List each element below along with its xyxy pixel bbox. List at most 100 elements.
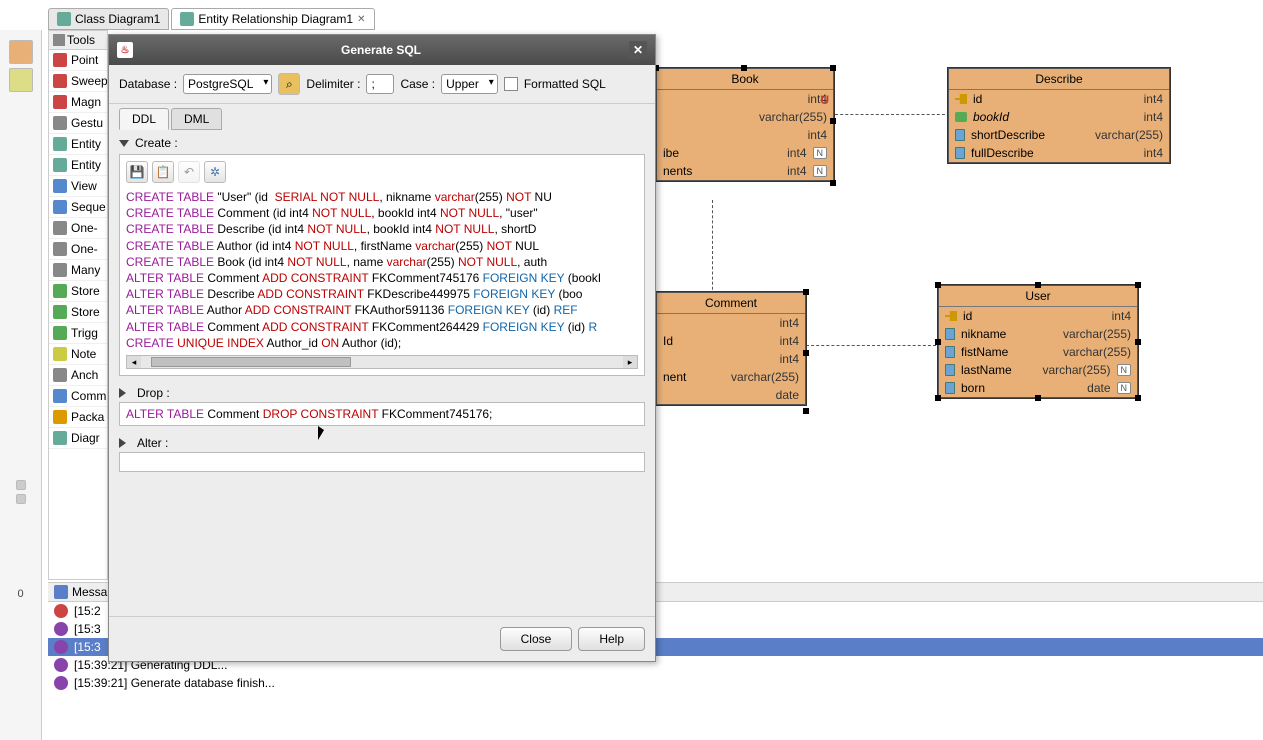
tool-item[interactable]: Gestu [49, 113, 107, 134]
resize-handle[interactable] [935, 339, 941, 345]
resize-handle[interactable] [830, 118, 836, 124]
tool-item[interactable]: Anch [49, 365, 107, 386]
horizontal-scrollbar[interactable]: ◂ ▸ [126, 355, 638, 369]
entity-column[interactable]: niknamevarchar(255) [939, 325, 1137, 343]
tool-label: Trigg [71, 326, 98, 340]
entity-column[interactable]: nentvarchar(255) [657, 368, 805, 386]
resize-handle[interactable] [1035, 282, 1041, 288]
chevron-right-icon[interactable] [119, 438, 131, 448]
sidebar-icon[interactable] [9, 68, 33, 92]
tool-item[interactable]: One- [49, 218, 107, 239]
entity-column[interactable]: ibeint4N [657, 144, 833, 162]
undo-icon[interactable]: ↶ [178, 161, 200, 183]
resize-handle[interactable] [1035, 395, 1041, 401]
entity-column[interactable]: Idint4 [657, 332, 805, 350]
tool-item[interactable]: Point [49, 50, 107, 71]
resize-handle[interactable] [803, 350, 809, 356]
chevron-right-icon[interactable] [119, 388, 131, 398]
resize-handle[interactable] [935, 395, 941, 401]
entity-user[interactable]: User idint4niknamevarchar(255)fistNameva… [938, 285, 1138, 398]
tools-header: Tools [49, 31, 107, 50]
tool-item[interactable]: Magn [49, 92, 107, 113]
tab-er-diagram[interactable]: Entity Relationship Diagram1 ✕ [171, 8, 374, 30]
sidebar-icon[interactable] [16, 494, 26, 504]
help-button[interactable]: Help [578, 627, 645, 651]
entity-column[interactable]: int4 [657, 126, 833, 144]
dialog-titlebar[interactable]: ♨ Generate SQL ✕ [109, 35, 655, 65]
key-icon [945, 311, 957, 321]
entity-describe[interactable]: Describe idint4bookIdint4shortDescribeva… [948, 68, 1170, 163]
close-button[interactable]: Close [500, 627, 573, 651]
copy-icon[interactable]: 📋 [152, 161, 174, 183]
scroll-thumb[interactable] [151, 357, 351, 367]
entity-column[interactable]: nentsint4N [657, 162, 833, 180]
entity-column[interactable]: int4 [657, 90, 833, 108]
entity-column[interactable]: varchar(255) [657, 108, 833, 126]
formatted-checkbox[interactable] [504, 77, 518, 91]
tab-class-diagram[interactable]: Class Diagram1 [48, 8, 169, 30]
tool-item[interactable]: Many [49, 260, 107, 281]
entity-column[interactable]: fistNamevarchar(255) [939, 343, 1137, 361]
scroll-left-icon[interactable]: ◂ [127, 356, 141, 368]
tool-icon [53, 326, 67, 340]
delimiter-input[interactable]: ; [366, 74, 394, 94]
tool-item[interactable]: Entity [49, 134, 107, 155]
tool-item[interactable]: One- [49, 239, 107, 260]
resize-handle[interactable] [803, 408, 809, 414]
sidebar-counter: 0 [17, 588, 23, 600]
resize-handle[interactable] [1135, 339, 1141, 345]
close-icon[interactable]: ✕ [357, 14, 365, 25]
chevron-down-icon[interactable] [119, 140, 129, 147]
message-text: [15:2 [74, 604, 101, 618]
tool-item[interactable]: Store [49, 302, 107, 323]
entity-column[interactable]: int4 [657, 350, 805, 368]
tab-dml[interactable]: DML [171, 108, 222, 130]
entity-column[interactable]: idint4 [949, 90, 1169, 108]
close-icon[interactable]: ✕ [629, 41, 647, 59]
tool-item[interactable]: View [49, 176, 107, 197]
resize-handle[interactable] [741, 65, 747, 71]
resize-handle[interactable] [935, 282, 941, 288]
tool-item[interactable]: Packa [49, 407, 107, 428]
tab-ddl[interactable]: DDL [119, 108, 169, 130]
resize-handle[interactable] [830, 180, 836, 186]
resize-handle[interactable] [1135, 395, 1141, 401]
tool-item[interactable]: Note [49, 344, 107, 365]
tool-item[interactable]: Trigg [49, 323, 107, 344]
entity-column[interactable]: fullDescribeint4 [949, 144, 1169, 162]
message-row[interactable]: [15:39:21] Generate database finish... [48, 674, 1263, 692]
messages-title: Messa [72, 585, 107, 599]
alter-sql-textarea[interactable] [119, 452, 645, 472]
gear-icon[interactable]: ✲ [204, 161, 226, 183]
column-icon [945, 346, 955, 358]
resize-handle[interactable] [1135, 282, 1141, 288]
entity-column[interactable]: idint4 [939, 307, 1137, 325]
column-icon [945, 364, 955, 376]
tool-item[interactable]: Comm [49, 386, 107, 407]
tool-item[interactable]: Store [49, 281, 107, 302]
tool-item[interactable]: Entity [49, 155, 107, 176]
create-label: Create : [135, 136, 178, 150]
create-sql-textarea[interactable]: CREATE TABLE "User" (id SERIAL NOT NULL,… [126, 189, 638, 351]
drop-sql-textarea[interactable]: ALTER TABLE Comment DROP CONSTRAINT FKCo… [119, 402, 645, 426]
entity-book[interactable]: Book int4varchar(255)int4ibeint4Nnentsin… [656, 68, 834, 181]
save-icon[interactable]: 💾 [126, 161, 148, 183]
resize-handle[interactable] [803, 289, 809, 295]
entity-column[interactable]: lastNamevarchar(255)N [939, 361, 1137, 379]
entity-column[interactable]: int4 [657, 314, 805, 332]
scroll-right-icon[interactable]: ▸ [623, 356, 637, 368]
database-combo[interactable]: PostgreSQL [183, 74, 272, 94]
case-combo[interactable]: Upper [441, 74, 498, 94]
tool-item[interactable]: Seque [49, 197, 107, 218]
db-icon-button[interactable]: ⌕ [278, 73, 300, 95]
entity-column[interactable]: bookIdint4 [949, 108, 1169, 126]
sidebar-icon[interactable] [16, 480, 26, 490]
entity-comment[interactable]: Comment int4Idint4int4nentvarchar(255)da… [656, 292, 806, 405]
entity-column[interactable]: date [657, 386, 805, 404]
resize-handle[interactable] [830, 65, 836, 71]
entity-column[interactable]: shortDescribevarchar(255) [949, 126, 1169, 144]
tool-item[interactable]: Sweep [49, 71, 107, 92]
message-text: [15:3 [74, 622, 101, 636]
sidebar-icon[interactable] [9, 40, 33, 64]
tool-item[interactable]: Diagr [49, 428, 107, 449]
